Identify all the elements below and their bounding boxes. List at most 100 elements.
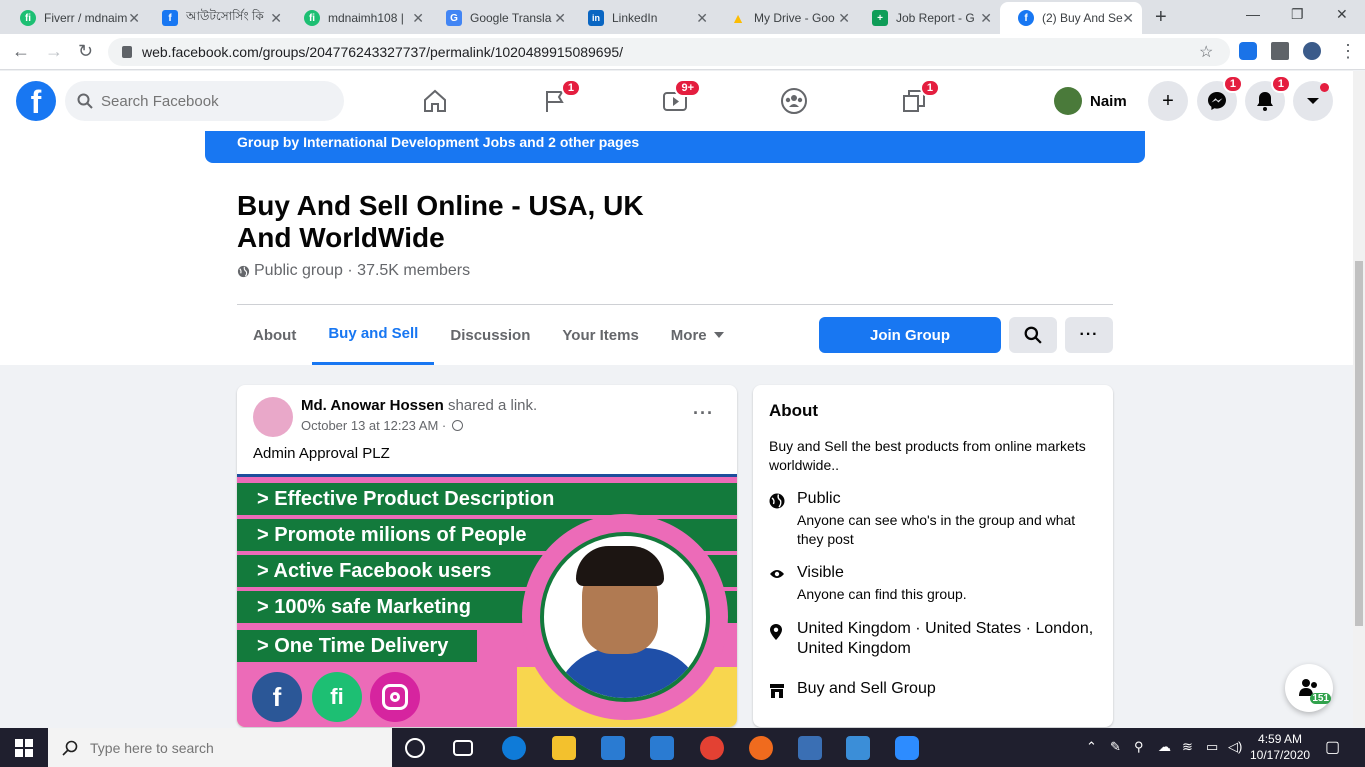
page-scrollbar[interactable] <box>1353 71 1365 727</box>
volume-icon[interactable]: ◁) <box>1228 739 1242 755</box>
post-more-options-icon[interactable]: ··· <box>693 403 714 424</box>
address-bar[interactable]: web.facebook.com/groups/204776243327737/… <box>108 38 1230 66</box>
close-icon[interactable]: ✕ <box>554 10 566 27</box>
pen-icon[interactable]: ✎ <box>1110 739 1121 755</box>
taskbar-clock[interactable]: 4:59 AM 10/17/2020 <box>1250 731 1310 763</box>
chrome-icon[interactable] <box>700 736 724 760</box>
windows-taskbar: ⌃ ✎ ⚲ ☁ ≋ ▭ ◁) 4:59 AM 10/17/2020 ▢ <box>0 728 1365 767</box>
zoom-icon[interactable] <box>895 736 919 760</box>
browser-tab-sheets[interactable]: + Job Report - G ✕ <box>854 2 1000 34</box>
edge-icon[interactable] <box>502 736 526 760</box>
back-arrow-icon[interactable]: ← <box>12 41 30 62</box>
tab-discussion[interactable]: Discussion <box>434 305 546 365</box>
location-row: United Kingdom · United States · London,… <box>769 619 1099 659</box>
window-close-button[interactable]: ✕ <box>1336 6 1348 23</box>
wifi-icon[interactable]: ≋ <box>1182 739 1193 755</box>
extension-icon[interactable] <box>1239 42 1257 60</box>
browser-tab-active[interactable]: f (2) Buy And Se ✕ <box>1000 2 1142 34</box>
reload-icon[interactable]: ↻ <box>78 41 93 62</box>
group-meta: Public group · 37.5K members <box>237 262 470 280</box>
browser-tab-facebook[interactable]: f আউটসোর্সিং কি ✕ <box>144 2 290 34</box>
linkedin-icon: in <box>588 10 604 26</box>
group-header: Buy And Sell Online - USA, UK And WorldW… <box>0 131 1353 365</box>
windows-start-icon[interactable] <box>0 728 48 767</box>
category-text: Buy and Sell Group <box>797 680 936 697</box>
search-input[interactable] <box>101 92 321 110</box>
facebook-logo-icon[interactable]: f <box>16 81 56 121</box>
microphone-icon[interactable]: ⚲ <box>1134 739 1144 755</box>
extensions-puzzle-icon[interactable] <box>1271 42 1289 60</box>
tab-buy-and-sell[interactable]: Buy and Sell <box>312 305 435 365</box>
tab-label: mdnaimh108 | <box>328 11 404 25</box>
tab-about[interactable]: About <box>237 305 312 365</box>
taskbar-search-input[interactable] <box>90 739 370 756</box>
close-icon[interactable]: ✕ <box>838 10 850 27</box>
group-more-options-button[interactable]: ··· <box>1065 317 1113 353</box>
watch-icon[interactable]: 9+ <box>657 79 701 119</box>
tab-label: আউটসোর্সিং কি <box>186 9 264 23</box>
close-icon[interactable]: ✕ <box>270 10 282 27</box>
post-text: Admin Approval PLZ <box>253 445 390 462</box>
close-icon[interactable]: ✕ <box>980 10 992 27</box>
mail-icon[interactable] <box>650 736 674 760</box>
browser-tab-linkedin[interactable]: in LinkedIn ✕ <box>570 2 716 34</box>
notification-center-icon[interactable]: ▢ <box>1325 737 1340 757</box>
tab-your-items[interactable]: Your Items <box>546 305 654 365</box>
close-icon[interactable]: ✕ <box>696 10 708 27</box>
app-icon[interactable] <box>798 736 822 760</box>
url-text: web.facebook.com/groups/204776243327737/… <box>142 44 624 60</box>
notifications-bell-icon[interactable]: 1 <box>1245 75 1291 121</box>
browser-tab-fiverr-profile[interactable]: fi mdnaimh108 | ✕ <box>286 2 432 34</box>
account-menu-icon[interactable] <box>1293 81 1333 121</box>
file-explorer-icon[interactable] <box>552 736 576 760</box>
create-plus-icon[interactable]: + <box>1148 81 1188 121</box>
group-search-button[interactable] <box>1009 317 1057 353</box>
profile-chip[interactable]: Naim <box>1054 83 1127 119</box>
pages-flag-icon[interactable]: 1 <box>537 79 581 119</box>
post-date[interactable]: October 13 at 12:23 AM · <box>301 418 446 433</box>
new-tab-button[interactable]: + <box>1155 6 1167 29</box>
eye-icon <box>769 563 785 604</box>
cortana-icon[interactable] <box>405 738 425 758</box>
browser-tab-fiverr[interactable]: fi Fiverr / mdnaim ✕ <box>2 2 148 34</box>
gaming-icon[interactable]: 1 <box>896 79 940 119</box>
close-icon[interactable]: ✕ <box>412 10 424 27</box>
close-icon[interactable]: ✕ <box>1122 10 1134 27</box>
photos-icon[interactable] <box>846 736 870 760</box>
forward-arrow-icon[interactable]: → <box>45 41 63 62</box>
join-group-button[interactable]: Join Group <box>819 317 1001 353</box>
groups-icon[interactable] <box>776 83 812 119</box>
group-title[interactable]: Buy And Sell Online - USA, UK And WorldW… <box>237 190 657 254</box>
task-view-icon[interactable] <box>453 740 473 756</box>
browser-menu-icon[interactable]: ⋮ <box>1339 41 1357 62</box>
avatar[interactable] <box>253 397 293 437</box>
messenger-icon[interactable]: 1 <box>1197 75 1243 121</box>
facebook-header: f 1 9+ 1 Naim + 1 1 <box>0 71 1353 131</box>
scrollbar-thumb[interactable] <box>1355 261 1363 626</box>
battery-icon[interactable]: ▭ <box>1206 739 1218 755</box>
minimize-button[interactable]: — <box>1246 6 1260 22</box>
post-image[interactable]: > Effective Product Description > Promot… <box>237 474 737 727</box>
network-icon[interactable]: ☁ <box>1158 739 1171 755</box>
home-icon[interactable] <box>417 83 453 119</box>
post-author[interactable]: Md. Anowar Hossen <box>301 397 444 414</box>
taskbar-search[interactable] <box>48 728 392 767</box>
group-banner[interactable]: Group by International Development Jobs … <box>205 131 1145 163</box>
avatar <box>1054 87 1082 115</box>
bookmark-star-icon[interactable]: ☆ <box>1199 42 1213 62</box>
profile-avatar-icon[interactable] <box>1303 42 1321 60</box>
browser-tab-drive[interactable]: ▲ My Drive - Goo ✕ <box>712 2 858 34</box>
pages-badge: 1 <box>560 79 581 97</box>
post-card: Md. Anowar Hossen shared a link. October… <box>237 385 737 727</box>
store-icon[interactable] <box>601 736 625 760</box>
tab-more[interactable]: More <box>655 305 741 365</box>
maximize-button[interactable]: ❐ <box>1291 6 1304 23</box>
close-icon[interactable]: ✕ <box>128 10 140 27</box>
firefox-icon[interactable] <box>749 736 773 760</box>
contacts-float-button[interactable]: 151 <box>1285 664 1333 712</box>
privacy-row: Public Anyone can see who's in the group… <box>769 489 1099 549</box>
globe-icon <box>451 420 463 431</box>
search-box[interactable] <box>65 81 344 121</box>
tray-chevron-icon[interactable]: ⌃ <box>1086 739 1097 755</box>
browser-tab-translate[interactable]: G Google Transla ✕ <box>428 2 574 34</box>
